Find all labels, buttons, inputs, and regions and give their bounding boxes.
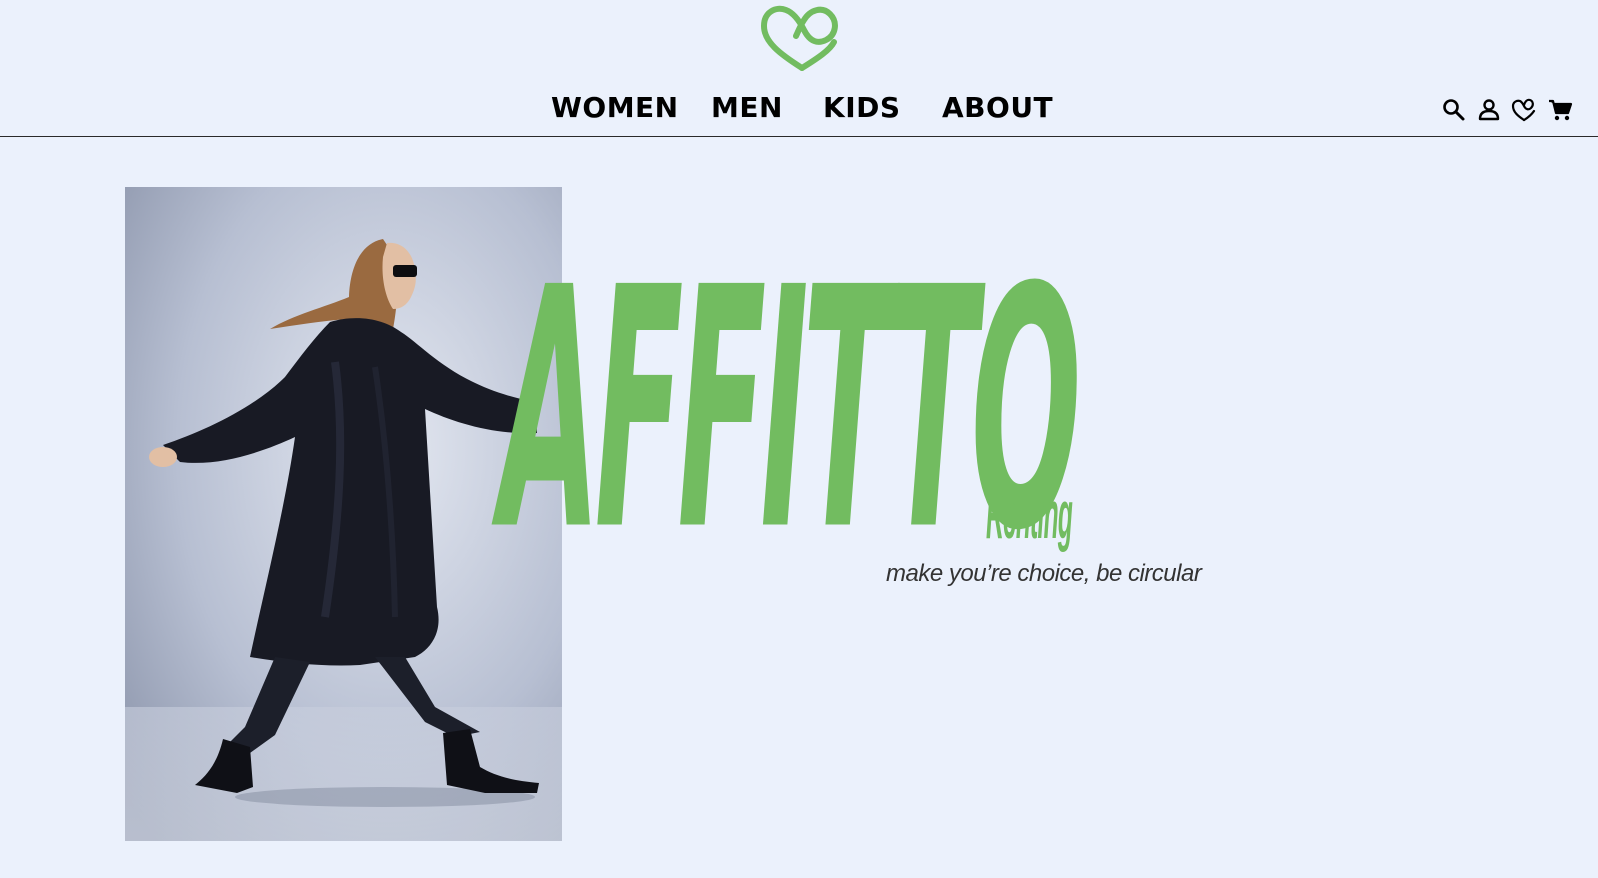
wordmark-renting: Renting xyxy=(986,478,1073,554)
wishlist-button[interactable] xyxy=(1510,96,1538,124)
brand-wordmark: AFFITTO Renting xyxy=(500,244,1120,576)
nav-item-men[interactable]: MEN xyxy=(711,88,783,128)
account-button[interactable] xyxy=(1475,96,1503,124)
nav-item-about[interactable]: ABOUT xyxy=(942,88,1053,128)
cart-icon xyxy=(1549,99,1573,121)
tagline: make you’re choice, be circular xyxy=(886,560,1202,587)
hero-image xyxy=(125,187,562,841)
nav-item-kids[interactable]: KIDS xyxy=(823,88,901,128)
model-photo xyxy=(125,187,562,841)
heart-infinity-icon xyxy=(760,5,838,71)
header-divider xyxy=(0,136,1598,137)
main-nav: WOMEN MEN KIDS ABOUT xyxy=(0,88,1598,128)
search-icon xyxy=(1443,99,1465,121)
wishlist-icon xyxy=(1511,98,1536,122)
nav-item-women[interactable]: WOMEN xyxy=(551,88,679,128)
brand-logo[interactable] xyxy=(760,2,844,72)
search-button[interactable] xyxy=(1440,96,1468,124)
cart-button[interactable] xyxy=(1546,96,1574,124)
account-icon xyxy=(1478,99,1500,121)
